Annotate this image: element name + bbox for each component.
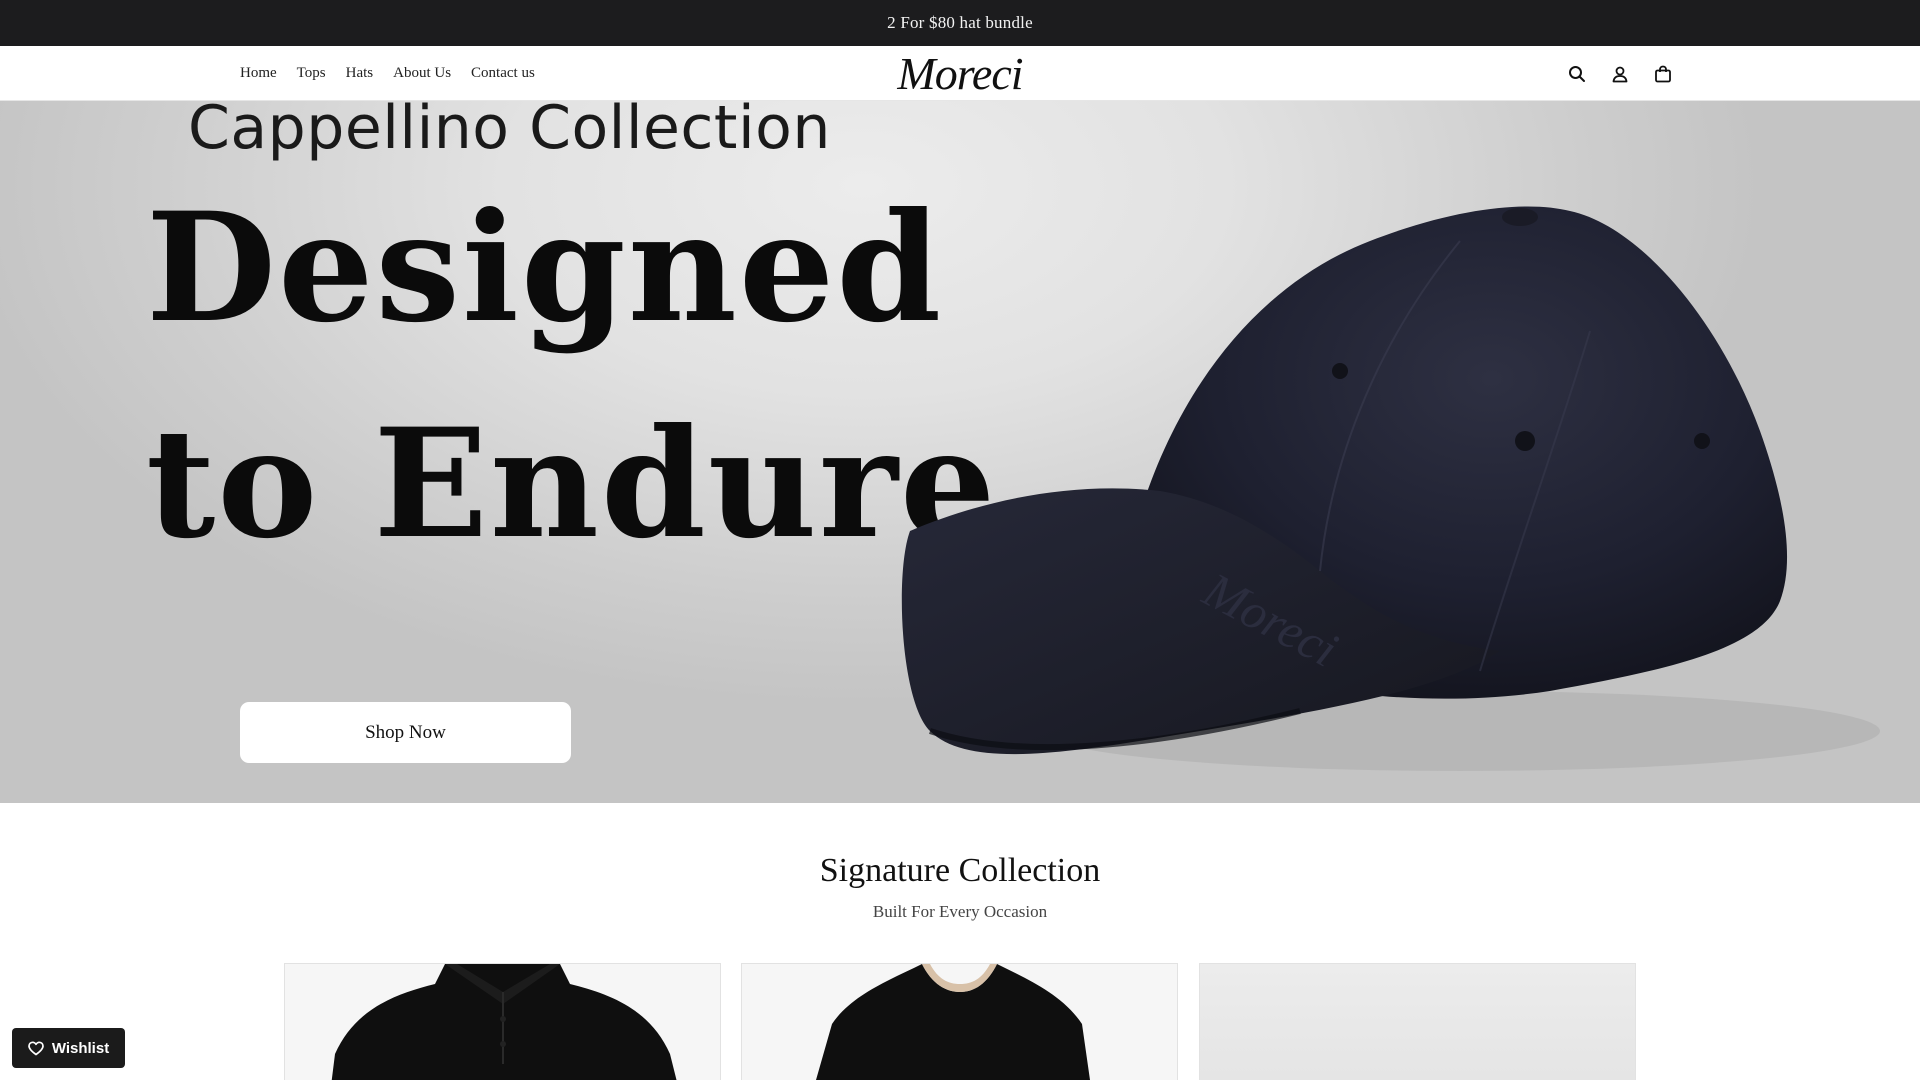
announcement-bar: 2 For $80 hat bundle: [0, 0, 1920, 46]
hero-headline-line-2: to Endure: [146, 396, 998, 572]
section-title: Signature Collection: [819, 852, 1101, 889]
hero-cap-image: Moreci: [901, 206, 1880, 771]
hero-headline-line-1: Designed: [146, 180, 944, 356]
brand-logo[interactable]: Moreci: [897, 47, 1023, 100]
main-nav: Home Tops Hats About Us Contact us: [240, 46, 535, 101]
nav-contact-us[interactable]: Contact us: [471, 65, 535, 82]
product-image-tshirt: [742, 964, 1177, 1080]
announcement-text: 2 For $80 hat bundle: [887, 13, 1033, 32]
wishlist-button[interactable]: Wishlist: [12, 1028, 125, 1068]
shop-now-button[interactable]: Shop Now: [240, 702, 571, 763]
account-icon[interactable]: [1609, 63, 1631, 85]
nav-tops[interactable]: Tops: [297, 65, 326, 82]
hero-banner: Cappellino Collection Designed to Endure…: [0, 101, 1920, 803]
product-image-placeholder: [1200, 964, 1635, 1080]
cart-icon[interactable]: [1652, 63, 1674, 85]
product-card-polo[interactable]: [284, 963, 721, 1080]
heart-icon: [27, 1040, 44, 1056]
section-subtitle: Built For Every Occasion: [872, 902, 1048, 921]
nav-hats[interactable]: Hats: [346, 65, 374, 82]
search-icon[interactable]: [1566, 63, 1588, 85]
product-image-polo: [285, 964, 720, 1080]
nav-about-us[interactable]: About Us: [393, 65, 451, 82]
site-header: Home Tops Hats About Us Contact us Morec…: [0, 46, 1920, 101]
header-actions: [1566, 46, 1674, 101]
hero-eyebrow: Cappellino Collection: [188, 101, 831, 163]
nav-home[interactable]: Home: [240, 65, 277, 82]
product-card-3[interactable]: [1199, 963, 1636, 1080]
wishlist-label: Wishlist: [51, 1039, 110, 1057]
product-card-tshirt[interactable]: [741, 963, 1178, 1080]
